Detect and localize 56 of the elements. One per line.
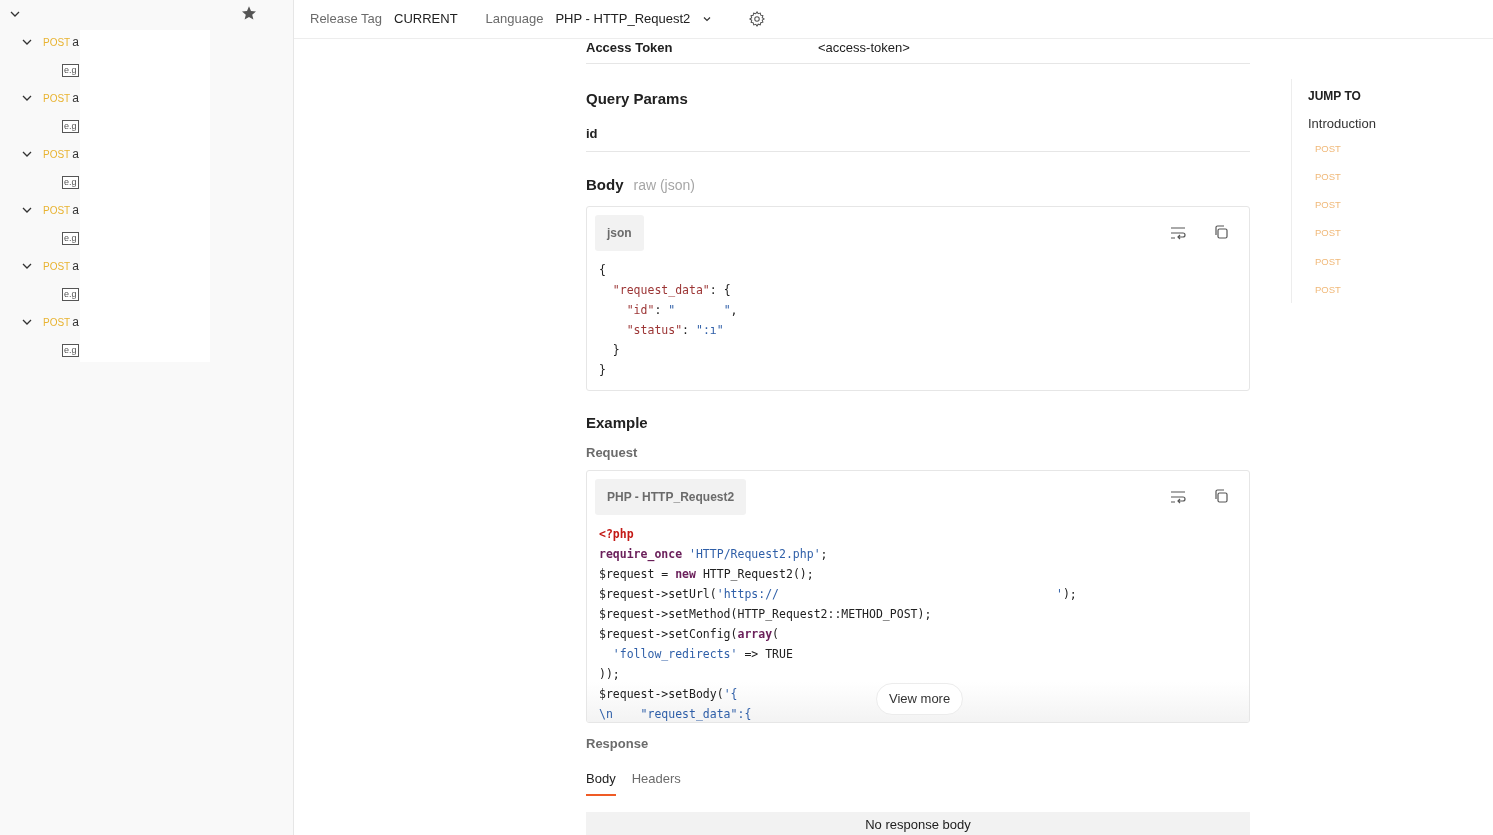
code-line: $request->setConfig(array( [599, 626, 780, 643]
code-line: )); [599, 666, 620, 683]
param-key: Access Token [586, 39, 818, 58]
request-name[interactable]: a [72, 313, 79, 331]
jump-to-heading: JUMP TO [1308, 88, 1362, 105]
request-name[interactable]: a [72, 145, 79, 163]
subsection-label: Response [586, 735, 650, 753]
section-heading: Body [586, 174, 624, 195]
response-tab[interactable]: Headers [631, 768, 681, 796]
request-name[interactable]: a [72, 257, 79, 275]
code-line: require_once 'HTTP/Request2.php'; [599, 546, 828, 564]
subsection-label: Request [586, 443, 639, 462]
param-key: id [586, 125, 598, 141]
chevron-icon [702, 14, 713, 24]
jump-link[interactable]: Introduction [1308, 114, 1376, 134]
request-name[interactable]: a [72, 89, 79, 107]
empty-state-text: No response body [865, 817, 971, 834]
settings-icon[interactable] [748, 10, 767, 28]
release-tag-value[interactable]: CURRENT [394, 9, 458, 29]
example-badge[interactable]: e.g [62, 63, 79, 77]
star-icon[interactable] [241, 5, 257, 21]
wrap-icon[interactable] [1169, 488, 1187, 506]
language-dropdown[interactable]: PHP - HTTP_Request2 [555, 9, 713, 29]
code-line: "request_data": { [611, 282, 731, 299]
code-line: } [611, 342, 620, 359]
example-badge[interactable]: e.g [62, 119, 79, 133]
wrap-icon[interactable] [1169, 224, 1187, 242]
language-label: PHP - HTTP_Request2 [595, 479, 747, 515]
section-heading: Query Params [586, 89, 689, 109]
code-line: $request = new HTTP_Request2(); [599, 566, 814, 583]
copy-icon[interactable] [1213, 224, 1229, 240]
code-line: $request->setUrl('https:// '); [599, 586, 1077, 603]
code-line: } [599, 362, 606, 379]
section-heading: Example [586, 413, 649, 433]
code-line: $request->setMethod(HTTP_Request2::METHOD_POST); [599, 606, 932, 623]
request-name[interactable]: a [72, 201, 79, 219]
param-value: <access-token> [818, 39, 910, 57]
code-line: $request->setBody('{ [599, 686, 738, 703]
code-line: "status": ":ı" [625, 322, 724, 339]
example-badge[interactable]: e.g [62, 175, 79, 189]
field-label: Release Tag [310, 10, 383, 29]
field-label: Language [485, 10, 544, 29]
code-line: \n "request_data":{ [599, 706, 752, 722]
example-badge[interactable]: e.g [62, 287, 79, 301]
code-line: "id": " ", [625, 302, 738, 319]
example-badge[interactable]: e.g [62, 343, 79, 357]
response-tab[interactable]: Body [586, 768, 616, 796]
code-line: 'follow_redirects' => TRUE [611, 646, 793, 663]
view-more-button[interactable]: View more [876, 683, 964, 715]
copy-icon[interactable] [1213, 488, 1229, 504]
body-type-label: raw (json) [633, 175, 695, 195]
example-badge[interactable]: e.g [62, 231, 79, 245]
code-line: <?php [599, 526, 634, 543]
language-label: json [595, 215, 644, 251]
code-line: { [599, 262, 606, 279]
request-name[interactable]: a [72, 33, 79, 51]
